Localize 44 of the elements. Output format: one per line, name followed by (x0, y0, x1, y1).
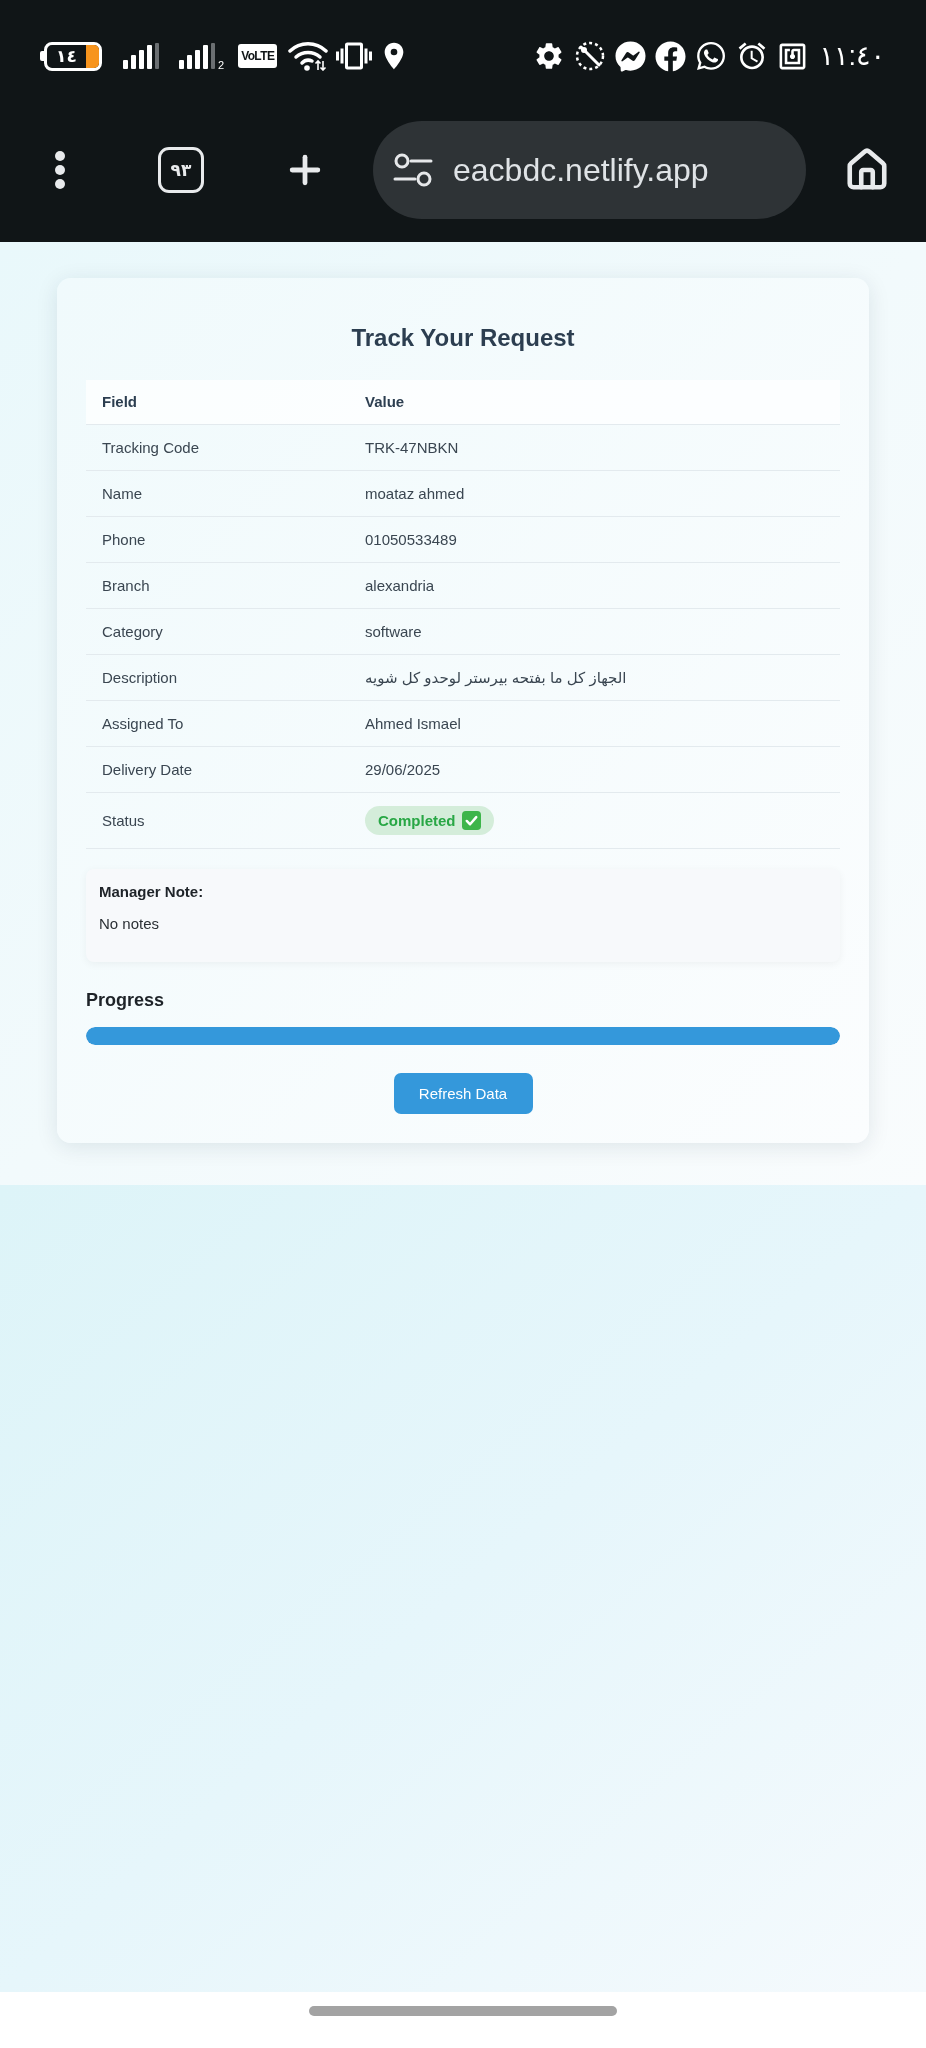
battery-level-text: ١٤ (56, 47, 77, 65)
volte-label: VoLTE (238, 44, 278, 68)
column-header: Value (349, 380, 840, 425)
table-cell: Category (86, 608, 349, 655)
whatsapp-icon (695, 40, 728, 72)
column-header: Field (86, 380, 349, 425)
manager-note-label: Manager Note: (99, 882, 205, 902)
tune-icon[interactable] (393, 153, 433, 187)
table-cell: Tracking Code (86, 424, 349, 471)
table-cell: TRK-47NBKN (349, 424, 840, 471)
home-button[interactable] (844, 147, 890, 193)
signal-icon (123, 43, 159, 69)
facebook-icon (655, 40, 687, 72)
address-bar[interactable]: eacbdc.netlify.app (373, 121, 806, 219)
table-cell: Description (86, 654, 349, 701)
table-cell: moataz ahmed (349, 470, 840, 517)
table-cell: alexandria (349, 562, 840, 609)
table-cell: Branch (86, 562, 349, 609)
messenger-icon (615, 40, 647, 72)
table-cell: Delivery Date (86, 746, 349, 793)
more-options-icon (55, 151, 65, 189)
table-cell: Phone (86, 516, 349, 563)
url-text: eacbdc.netlify.app (453, 154, 709, 186)
wifi-icon (288, 41, 329, 71)
progress-label: Progress (86, 989, 166, 1012)
battery-charge-segment (86, 44, 99, 68)
table-cell: Assigned To (86, 700, 349, 747)
dashed-circle-slash-icon (574, 40, 607, 72)
sim-slot-number: 2 (218, 60, 225, 71)
table-cell: Status (86, 792, 349, 849)
signal-icon (179, 43, 215, 69)
table-cell: 01050533489 (349, 516, 840, 563)
check-icon (461, 811, 481, 830)
status-label: Completed (378, 813, 456, 828)
table-cell: Name (86, 470, 349, 517)
home-icon (844, 147, 890, 193)
tab-count-button[interactable]: ٩٣ (158, 147, 204, 193)
table-cell: software (349, 608, 840, 655)
clock-time: ١١:٤٠ (819, 42, 885, 70)
table-cell: الجهاز كل ما بفتحه بيرستر لوحدو كل شويه (349, 654, 840, 701)
table-cell: 29/06/2025 (349, 746, 840, 793)
page-title: Track Your Request (350, 323, 576, 353)
table-cell: Ahmed Ismael (349, 700, 840, 747)
manager-note-text: No notes (99, 914, 161, 934)
